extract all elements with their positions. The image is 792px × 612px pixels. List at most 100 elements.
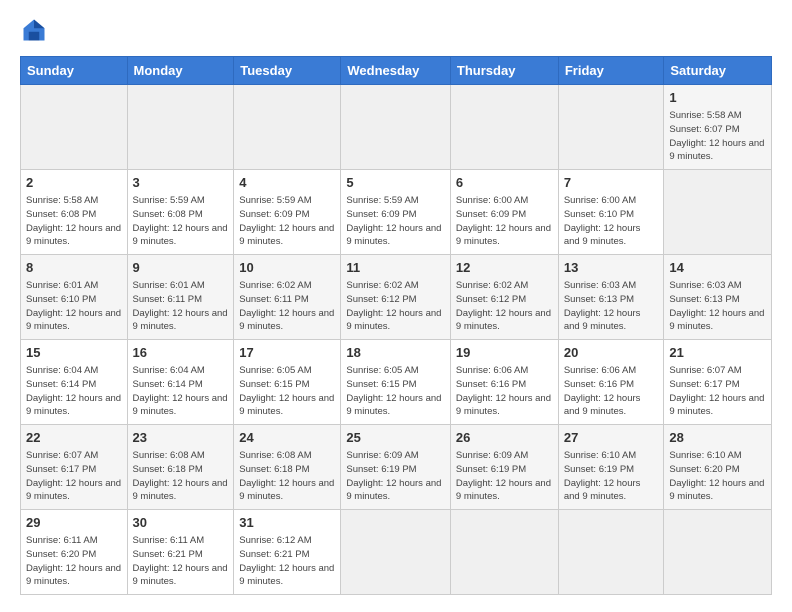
calendar-cell: 13 Sunrise: 6:03 AMSunset: 6:13 PMDayligh… [558,255,664,340]
calendar-cell [341,85,451,170]
calendar-cell: 14Sunrise: 6:03 AMSunset: 6:13 PMDayligh… [664,255,772,340]
day-number: 11 [346,259,445,277]
day-number: 12 [456,259,553,277]
day-number: 14 [669,259,766,277]
day-info: Sunrise: 6:07 AMSunset: 6:17 PMDaylight:… [26,449,122,504]
day-info: Sunrise: 6:02 AMSunset: 6:12 PMDaylight:… [456,279,553,334]
calendar-cell: 18 Sunrise: 6:05 AMSunset: 6:15 PMDayligh… [341,340,451,425]
day-info: Sunrise: 6:11 AMSunset: 6:20 PMDaylight:… [26,534,122,589]
calendar-cell [234,85,341,170]
calendar-cell [664,170,772,255]
calendar-cell: 10 Sunrise: 6:02 AMSunset: 6:11 PMDayligh… [234,255,341,340]
day-number: 7 [564,174,659,192]
day-info: Sunrise: 6:01 AMSunset: 6:10 PMDaylight:… [26,279,122,334]
calendar-cell: 16 Sunrise: 6:04 AMSunset: 6:14 PMDayligh… [127,340,234,425]
logo [20,16,52,44]
day-info: Sunrise: 5:58 AMSunset: 6:08 PMDaylight:… [26,194,122,249]
day-info: Sunrise: 6:11 AMSunset: 6:21 PMDaylight:… [133,534,229,589]
page: SundayMondayTuesdayWednesdayThursdayFrid… [0,0,792,612]
day-info: Sunrise: 6:05 AMSunset: 6:15 PMDaylight:… [346,364,445,419]
day-info: Sunrise: 6:08 AMSunset: 6:18 PMDaylight:… [239,449,335,504]
day-info: Sunrise: 5:59 AMSunset: 6:08 PMDaylight:… [133,194,229,249]
calendar-week-3: 15Sunrise: 6:04 AMSunset: 6:14 PMDayligh… [21,340,772,425]
calendar-cell: 20 Sunrise: 6:06 AMSunset: 6:16 PMDayligh… [558,340,664,425]
day-number: 6 [456,174,553,192]
calendar-cell: 22Sunrise: 6:07 AMSunset: 6:17 PMDayligh… [21,425,128,510]
logo-icon [20,16,48,44]
day-number: 25 [346,429,445,447]
day-number: 4 [239,174,335,192]
calendar-cell: 23 Sunrise: 6:08 AMSunset: 6:18 PMDayligh… [127,425,234,510]
day-info: Sunrise: 5:59 AMSunset: 6:09 PMDaylight:… [346,194,445,249]
calendar-cell: 11Sunrise: 6:02 AMSunset: 6:12 PMDayligh… [341,255,451,340]
calendar-cell: 4 Sunrise: 5:59 AMSunset: 6:09 PMDaylight… [234,170,341,255]
day-number: 3 [133,174,229,192]
day-info: Sunrise: 6:00 AMSunset: 6:10 PMDaylight:… [564,194,659,249]
day-info: Sunrise: 5:58 AMSunset: 6:07 PMDaylight:… [669,109,766,164]
calendar-cell [664,510,772,595]
day-number: 2 [26,174,122,192]
day-info: Sunrise: 6:04 AMSunset: 6:14 PMDaylight:… [133,364,229,419]
calendar-cell: 29 Sunrise: 6:11 AMSunset: 6:20 PMDayligh… [21,510,128,595]
day-number: 17 [239,344,335,362]
calendar-cell: 28Sunrise: 6:10 AMSunset: 6:20 PMDayligh… [664,425,772,510]
day-number: 27 [564,429,659,447]
calendar-cell [450,85,558,170]
calendar-week-4: 22Sunrise: 6:07 AMSunset: 6:17 PMDayligh… [21,425,772,510]
calendar-cell: 27 Sunrise: 6:10 AMSunset: 6:19 PMDayligh… [558,425,664,510]
header [20,16,772,44]
calendar-week-0: 1 Sunrise: 5:58 AMSunset: 6:07 PMDaylight… [21,85,772,170]
day-number: 23 [133,429,229,447]
day-number: 10 [239,259,335,277]
day-info: Sunrise: 6:08 AMSunset: 6:18 PMDaylight:… [133,449,229,504]
header-day-tuesday: Tuesday [234,57,341,85]
calendar-week-2: 8 Sunrise: 6:01 AMSunset: 6:10 PMDaylight… [21,255,772,340]
calendar-cell [558,510,664,595]
day-number: 19 [456,344,553,362]
calendar-cell: 8 Sunrise: 6:01 AMSunset: 6:10 PMDaylight… [21,255,128,340]
calendar-cell: 19 Sunrise: 6:06 AMSunset: 6:16 PMDayligh… [450,340,558,425]
day-number: 24 [239,429,335,447]
day-number: 18 [346,344,445,362]
calendar-cell [450,510,558,595]
day-number: 13 [564,259,659,277]
day-number: 16 [133,344,229,362]
day-info: Sunrise: 6:10 AMSunset: 6:20 PMDaylight:… [669,449,766,504]
header-day-friday: Friday [558,57,664,85]
day-info: Sunrise: 6:06 AMSunset: 6:16 PMDaylight:… [456,364,553,419]
calendar-cell: 17 Sunrise: 6:05 AMSunset: 6:15 PMDayligh… [234,340,341,425]
calendar-body: 1 Sunrise: 5:58 AMSunset: 6:07 PMDaylight… [21,85,772,595]
calendar-cell: 5Sunrise: 5:59 AMSunset: 6:09 PMDaylight… [341,170,451,255]
calendar-cell: 25 Sunrise: 6:09 AMSunset: 6:19 PMDayligh… [341,425,451,510]
day-info: Sunrise: 6:09 AMSunset: 6:19 PMDaylight:… [346,449,445,504]
calendar-cell: 30 Sunrise: 6:11 AMSunset: 6:21 PMDayligh… [127,510,234,595]
calendar-cell: 21Sunrise: 6:07 AMSunset: 6:17 PMDayligh… [664,340,772,425]
header-day-wednesday: Wednesday [341,57,451,85]
day-number: 30 [133,514,229,532]
calendar-cell: 12 Sunrise: 6:02 AMSunset: 6:12 PMDayligh… [450,255,558,340]
day-info: Sunrise: 6:04 AMSunset: 6:14 PMDaylight:… [26,364,122,419]
day-info: Sunrise: 6:05 AMSunset: 6:15 PMDaylight:… [239,364,335,419]
calendar-cell: 24 Sunrise: 6:08 AMSunset: 6:18 PMDayligh… [234,425,341,510]
calendar-cell [341,510,451,595]
day-number: 31 [239,514,335,532]
calendar-cell: 2 Sunrise: 5:58 AMSunset: 6:08 PMDaylight… [21,170,128,255]
day-info: Sunrise: 6:02 AMSunset: 6:11 PMDaylight:… [239,279,335,334]
day-info: Sunrise: 6:01 AMSunset: 6:11 PMDaylight:… [133,279,229,334]
header-day-saturday: Saturday [664,57,772,85]
day-info: Sunrise: 6:10 AMSunset: 6:19 PMDaylight:… [564,449,659,504]
day-info: Sunrise: 5:59 AMSunset: 6:09 PMDaylight:… [239,194,335,249]
day-number: 1 [669,89,766,107]
day-info: Sunrise: 6:03 AMSunset: 6:13 PMDaylight:… [564,279,659,334]
day-info: Sunrise: 6:06 AMSunset: 6:16 PMDaylight:… [564,364,659,419]
calendar-cell: 15Sunrise: 6:04 AMSunset: 6:14 PMDayligh… [21,340,128,425]
day-number: 8 [26,259,122,277]
calendar-cell [558,85,664,170]
calendar-cell: 6 Sunrise: 6:00 AMSunset: 6:09 PMDaylight… [450,170,558,255]
calendar-header: SundayMondayTuesdayWednesdayThursdayFrid… [21,57,772,85]
header-day-sunday: Sunday [21,57,128,85]
day-info: Sunrise: 6:00 AMSunset: 6:09 PMDaylight:… [456,194,553,249]
day-number: 20 [564,344,659,362]
day-info: Sunrise: 6:07 AMSunset: 6:17 PMDaylight:… [669,364,766,419]
day-number: 29 [26,514,122,532]
